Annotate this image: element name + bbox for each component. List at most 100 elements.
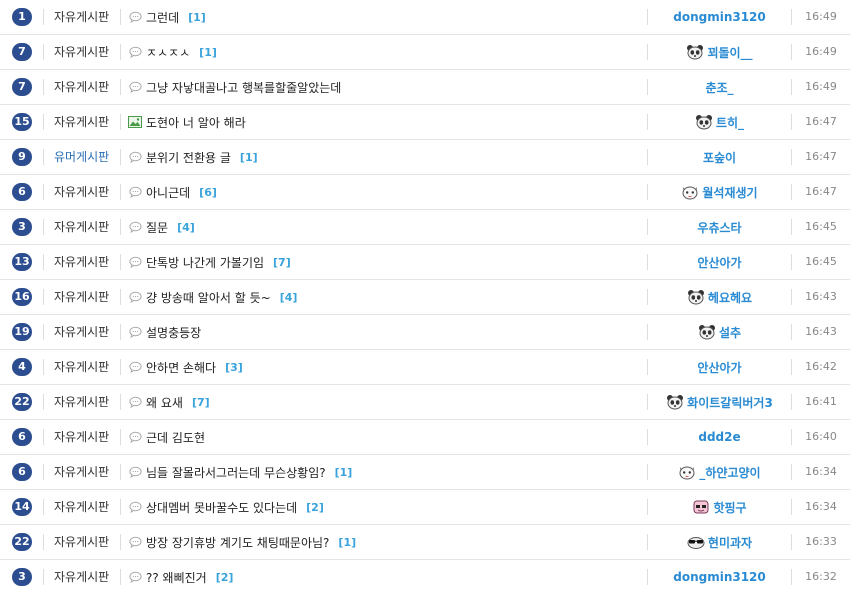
author-name[interactable]: 꾀돌이__ [707,44,752,61]
author-link[interactable]: 안산아가 [648,350,791,384]
comment-count[interactable]: [1] [199,46,217,59]
author-link[interactable]: 우츄스타 [648,210,791,244]
post-row[interactable]: 15 자유게시판 도현아 너 알아 해라 트히_ 16:47 [0,105,850,140]
author-link[interactable]: 꾀돌이__ [648,35,791,69]
author-name[interactable]: 월석재생기 [702,184,757,201]
post-title-link[interactable]: 안하면 손해다 [3] [128,350,243,384]
author-name[interactable]: 춘조_ [705,79,733,96]
post-title[interactable]: 설명충등장 [146,324,201,341]
category-link[interactable]: 자유게시판 [54,105,109,139]
category-link[interactable]: 자유게시판 [54,455,109,489]
category-link[interactable]: 자유게시판 [54,315,109,349]
author-link[interactable]: 월석재생기 [648,175,791,209]
post-row[interactable]: 19 자유게시판 설명충등장 설추 16:43 [0,315,850,350]
post-title-link[interactable]: 그런데 [1] [128,0,206,34]
post-title[interactable]: 근데 김도현 [146,429,205,446]
post-title[interactable]: 도현아 너 알아 해라 [146,114,246,131]
post-row[interactable]: 13 자유게시판 단톡방 나간게 가볼기임 [7] 안산아가 16:45 [0,245,850,280]
category-link[interactable]: 자유게시판 [54,525,109,559]
comment-count[interactable]: [2] [216,571,234,584]
post-title-link[interactable]: ㅈㅅㅈㅅ [1] [128,35,217,69]
author-link[interactable]: 춘조_ [648,70,791,104]
author-name[interactable]: 포숲이 [703,149,736,166]
comment-count[interactable]: [4] [177,221,195,234]
author-link[interactable]: 설추 [648,315,791,349]
post-title-link[interactable]: 설명충등장 [128,315,201,349]
post-row[interactable]: 16 자유게시판 걍 방송때 알아서 할 듯~ [4] 헤요헤요 16:43 [0,280,850,315]
comment-count[interactable]: [1] [188,11,206,24]
author-link[interactable]: dongmin3120 [648,560,791,594]
post-row[interactable]: 6 자유게시판 근데 김도현 ddd2e 16:40 [0,420,850,455]
post-title-link[interactable]: 걍 방송때 알아서 할 듯~ [4] [128,280,297,314]
comment-count[interactable]: [1] [338,536,356,549]
category-link[interactable]: 자유게시판 [54,210,109,244]
post-row[interactable]: 6 자유게시판 님들 잘몰라서그러는데 무슨상황임? [1] _하얀고양이 16:34 [0,455,850,490]
post-title-link[interactable]: 왜 요새 [7] [128,385,210,419]
author-name[interactable]: 트히_ [716,114,744,131]
post-row[interactable]: 7 자유게시판 ㅈㅅㅈㅅ [1] 꾀돌이__ 16:49 [0,35,850,70]
author-name[interactable]: 현미과자 [708,534,752,551]
category-link[interactable]: 자유게시판 [54,490,109,524]
author-name[interactable]: 화이트갈릭버거3 [687,394,773,411]
post-title-link[interactable]: 그냥 자낳대골나고 행복를할줄알았는데 [128,70,341,104]
author-link[interactable]: 현미과자 [648,525,791,559]
post-row[interactable]: 7 자유게시판 그냥 자낳대골나고 행복를할줄알았는데 춘조_ 16:49 [0,70,850,105]
category-link[interactable]: 자유게시판 [54,70,109,104]
comment-count[interactable]: [7] [273,256,291,269]
post-title[interactable]: 질문 [146,219,168,236]
comment-count[interactable]: [1] [240,151,258,164]
author-name[interactable]: 핫핑구 [713,499,746,516]
post-row[interactable]: 6 자유게시판 아니근데 [6] 월석재생기 16:47 [0,175,850,210]
post-title-link[interactable]: 근데 김도현 [128,420,205,454]
author-link[interactable]: ddd2e [648,420,791,454]
category-link[interactable]: 유머게시판 [54,140,109,174]
post-title-link[interactable]: 아니근데 [6] [128,175,217,209]
comment-count[interactable]: [3] [225,361,243,374]
category-link[interactable]: 자유게시판 [54,560,109,594]
comment-count[interactable]: [4] [280,291,298,304]
post-row[interactable]: 3 자유게시판 ?? 왜삐진거 [2] dongmin3120 16:32 [0,560,850,595]
author-link[interactable]: _하얀고양이 [648,455,791,489]
post-row[interactable]: 4 자유게시판 안하면 손해다 [3] 안산아가 16:42 [0,350,850,385]
category-link[interactable]: 자유게시판 [54,385,109,419]
post-title[interactable]: 상대멤버 못바꿀수도 있다는데 [146,499,297,516]
post-title[interactable]: 분위기 전환용 글 [146,149,231,166]
post-title-link[interactable]: 방장 장기휴방 계기도 채팅때문아님? [1] [128,525,356,559]
post-title[interactable]: 방장 장기휴방 계기도 채팅때문아님? [146,534,329,551]
post-title[interactable]: 왜 요새 [146,394,183,411]
category-link[interactable]: 자유게시판 [54,0,109,34]
post-title-link[interactable]: 질문 [4] [128,210,195,244]
author-name[interactable]: ddd2e [698,430,740,444]
author-link[interactable]: 트히_ [648,105,791,139]
post-row[interactable]: 22 자유게시판 방장 장기휴방 계기도 채팅때문아님? [1] 현미과자 16:33 [0,525,850,560]
post-row[interactable]: 1 자유게시판 그런데 [1] dongmin3120 16:49 [0,0,850,35]
author-link[interactable]: 안산아가 [648,245,791,279]
category-link[interactable]: 자유게시판 [54,245,109,279]
comment-count[interactable]: [7] [192,396,210,409]
author-link[interactable]: dongmin3120 [648,0,791,34]
author-name[interactable]: dongmin3120 [673,570,766,584]
author-link[interactable]: 포숲이 [648,140,791,174]
post-title[interactable]: 님들 잘몰라서그러는데 무슨상황임? [146,464,326,481]
post-title-link[interactable]: ?? 왜삐진거 [2] [128,560,233,594]
author-name[interactable]: 우츄스타 [697,219,741,236]
comment-count[interactable]: [6] [199,186,217,199]
comment-count[interactable]: [2] [306,501,324,514]
category-link[interactable]: 자유게시판 [54,35,109,69]
post-row[interactable]: 3 자유게시판 질문 [4] 우츄스타 16:45 [0,210,850,245]
author-link[interactable]: 헤요헤요 [648,280,791,314]
author-name[interactable]: dongmin3120 [673,10,766,24]
post-title[interactable]: 단톡방 나간게 가볼기임 [146,254,264,271]
author-name[interactable]: 설추 [719,324,741,341]
category-link[interactable]: 자유게시판 [54,280,109,314]
author-name[interactable]: 안산아가 [697,359,741,376]
category-link[interactable]: 자유게시판 [54,175,109,209]
category-link[interactable]: 자유게시판 [54,420,109,454]
author-name[interactable]: _하얀고양이 [699,464,760,481]
comment-count[interactable]: [1] [335,466,353,479]
post-title[interactable]: 그냥 자낳대골나고 행복를할줄알았는데 [146,79,341,96]
post-row[interactable]: 22 자유게시판 왜 요새 [7] 화이트갈릭버거3 16:41 [0,385,850,420]
post-title[interactable]: 걍 방송때 알아서 할 듯~ [146,289,271,306]
post-row[interactable]: 14 자유게시판 상대멤버 못바꿀수도 있다는데 [2] 핫핑구 16:34 [0,490,850,525]
post-title-link[interactable]: 님들 잘몰라서그러는데 무슨상황임? [1] [128,455,352,489]
